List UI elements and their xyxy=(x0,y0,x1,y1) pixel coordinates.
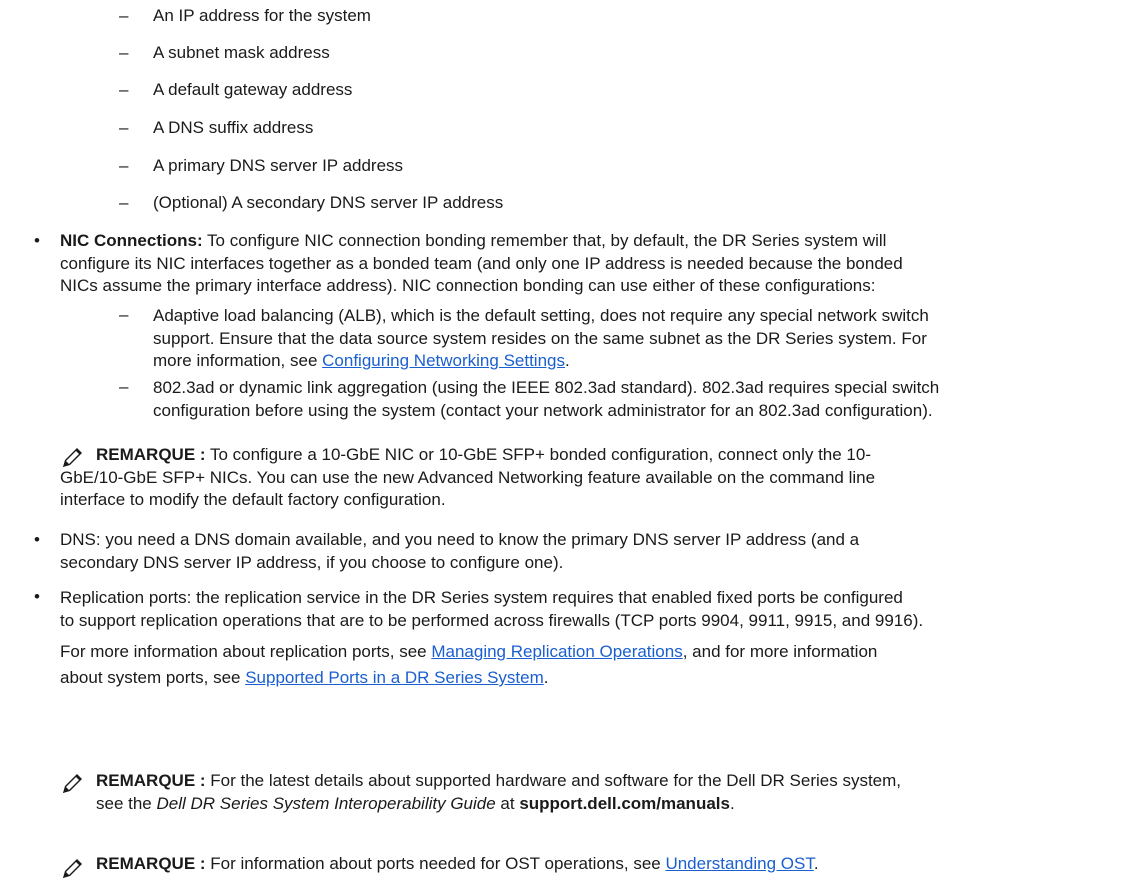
replication-paragraph: Replication ports: the replication servi… xyxy=(60,588,924,687)
managing-replication-operations-link[interactable]: Managing Replication Operations xyxy=(431,642,682,661)
dash-marker: – xyxy=(119,377,129,396)
dns-paragraph: DNS: you need a DNS domain available, an… xyxy=(60,530,860,572)
note-remarque-2: REMARQUE : For the latest details about … xyxy=(96,771,902,813)
nic-connections-paragraph: NIC Connections: To configure NIC connec… xyxy=(60,231,903,295)
pencil-icon xyxy=(63,859,82,878)
dash-marker: – xyxy=(119,6,129,25)
dash-marker: – xyxy=(119,193,129,212)
dash-marker: – xyxy=(119,43,129,62)
note-label: REMARQUE : xyxy=(96,854,206,873)
note-remarque-1: REMARQUE : To configure a 10-GbE NIC or … xyxy=(60,445,876,509)
dash-marker: – xyxy=(119,80,129,99)
lacp-paragraph: 802.3ad or dynamic link aggregation (usi… xyxy=(153,378,940,420)
support-site: support.dell.com/manuals xyxy=(519,793,730,813)
list-item-text: A primary DNS server IP address xyxy=(153,156,404,175)
list-item-text: An IP address for the system xyxy=(153,6,371,25)
guide-title: Dell DR Series System Interoperability G… xyxy=(156,793,496,813)
understanding-ost-link[interactable]: Understanding OST xyxy=(665,854,813,873)
nic-label: NIC Connections: xyxy=(60,231,203,250)
pencil-icon xyxy=(63,774,82,793)
note-label: REMARQUE : xyxy=(96,771,206,790)
note-label: REMARQUE : xyxy=(96,445,206,464)
list-item-text: (Optional) A secondary DNS server IP add… xyxy=(153,193,504,212)
alb-paragraph: Adaptive load balancing (ALB), which is … xyxy=(153,306,929,370)
dash-marker: – xyxy=(119,156,129,175)
bullet-marker: • xyxy=(34,587,40,606)
list-item-text: A default gateway address xyxy=(153,80,353,99)
list-item-text: A subnet mask address xyxy=(153,43,330,62)
bullet-marker: • xyxy=(34,530,40,549)
supported-ports-link[interactable]: Supported Ports in a DR Series System xyxy=(245,668,544,687)
list-item-text: A DNS suffix address xyxy=(153,118,314,137)
note-remarque-3: REMARQUE : For information about ports n… xyxy=(96,854,819,873)
dash-marker: – xyxy=(119,305,129,324)
configuring-networking-settings-link[interactable]: Configuring Networking Settings xyxy=(322,351,565,370)
dash-marker: – xyxy=(119,118,129,137)
bullet-marker: • xyxy=(34,231,40,250)
